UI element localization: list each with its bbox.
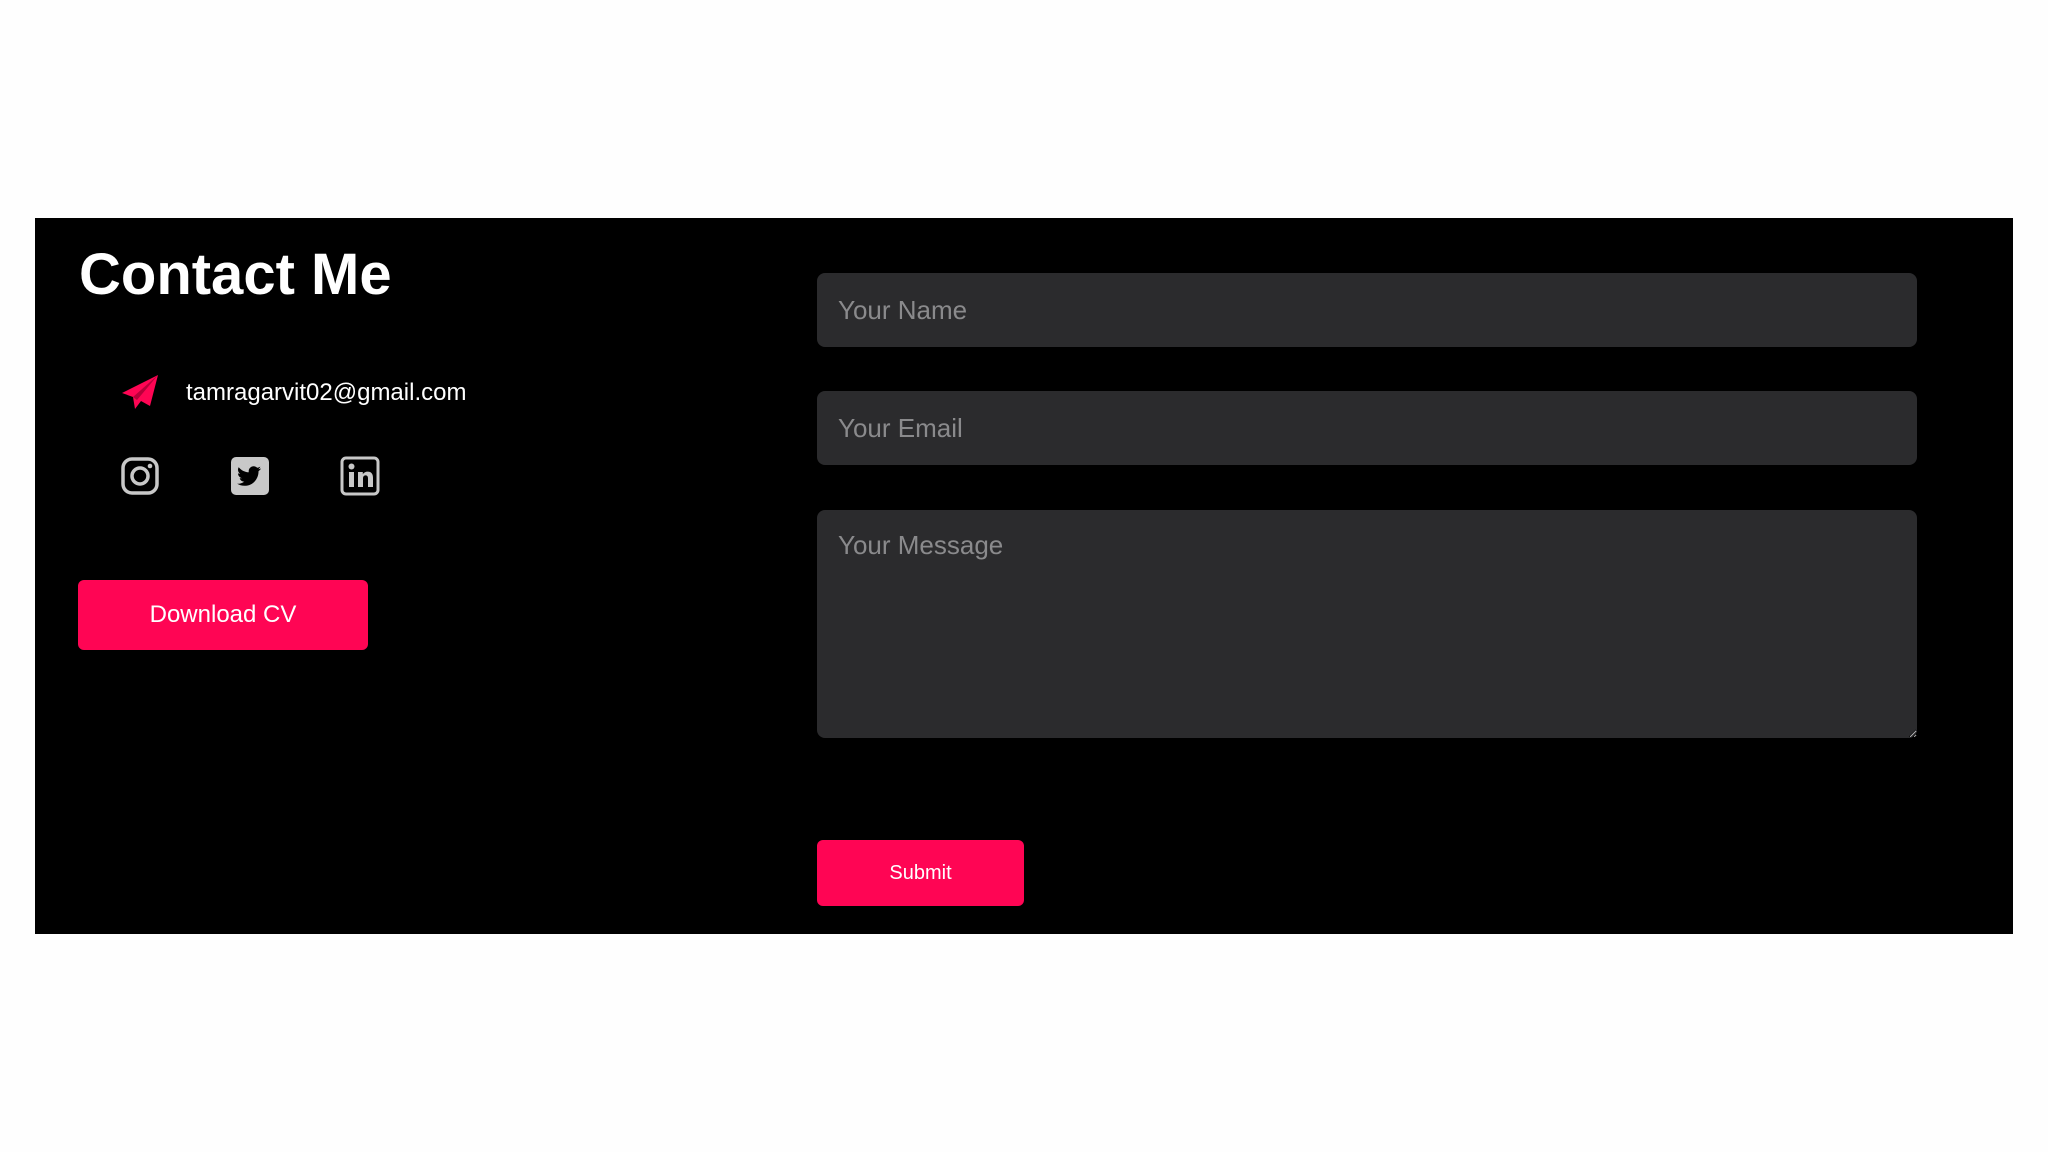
download-cv-button[interactable]: Download CV [78, 580, 368, 650]
email-contact: tamragarvit02@gmail.com [120, 373, 466, 413]
paper-plane-icon [122, 375, 158, 409]
email-address: tamragarvit02@gmail.com [186, 379, 467, 406]
name-field[interactable] [817, 273, 1917, 347]
social-links [120, 456, 380, 496]
page-title: Contact Me [79, 242, 392, 307]
linkedin-icon[interactable] [340, 456, 380, 496]
email-field[interactable] [817, 391, 1917, 465]
submit-button[interactable]: Submit [817, 840, 1024, 906]
twitter-icon[interactable] [230, 456, 270, 496]
instagram-icon[interactable] [120, 456, 160, 496]
contact-section: Contact Me tamragarvit02@gmail.com Downl… [35, 218, 2013, 934]
message-field[interactable] [817, 510, 1917, 738]
